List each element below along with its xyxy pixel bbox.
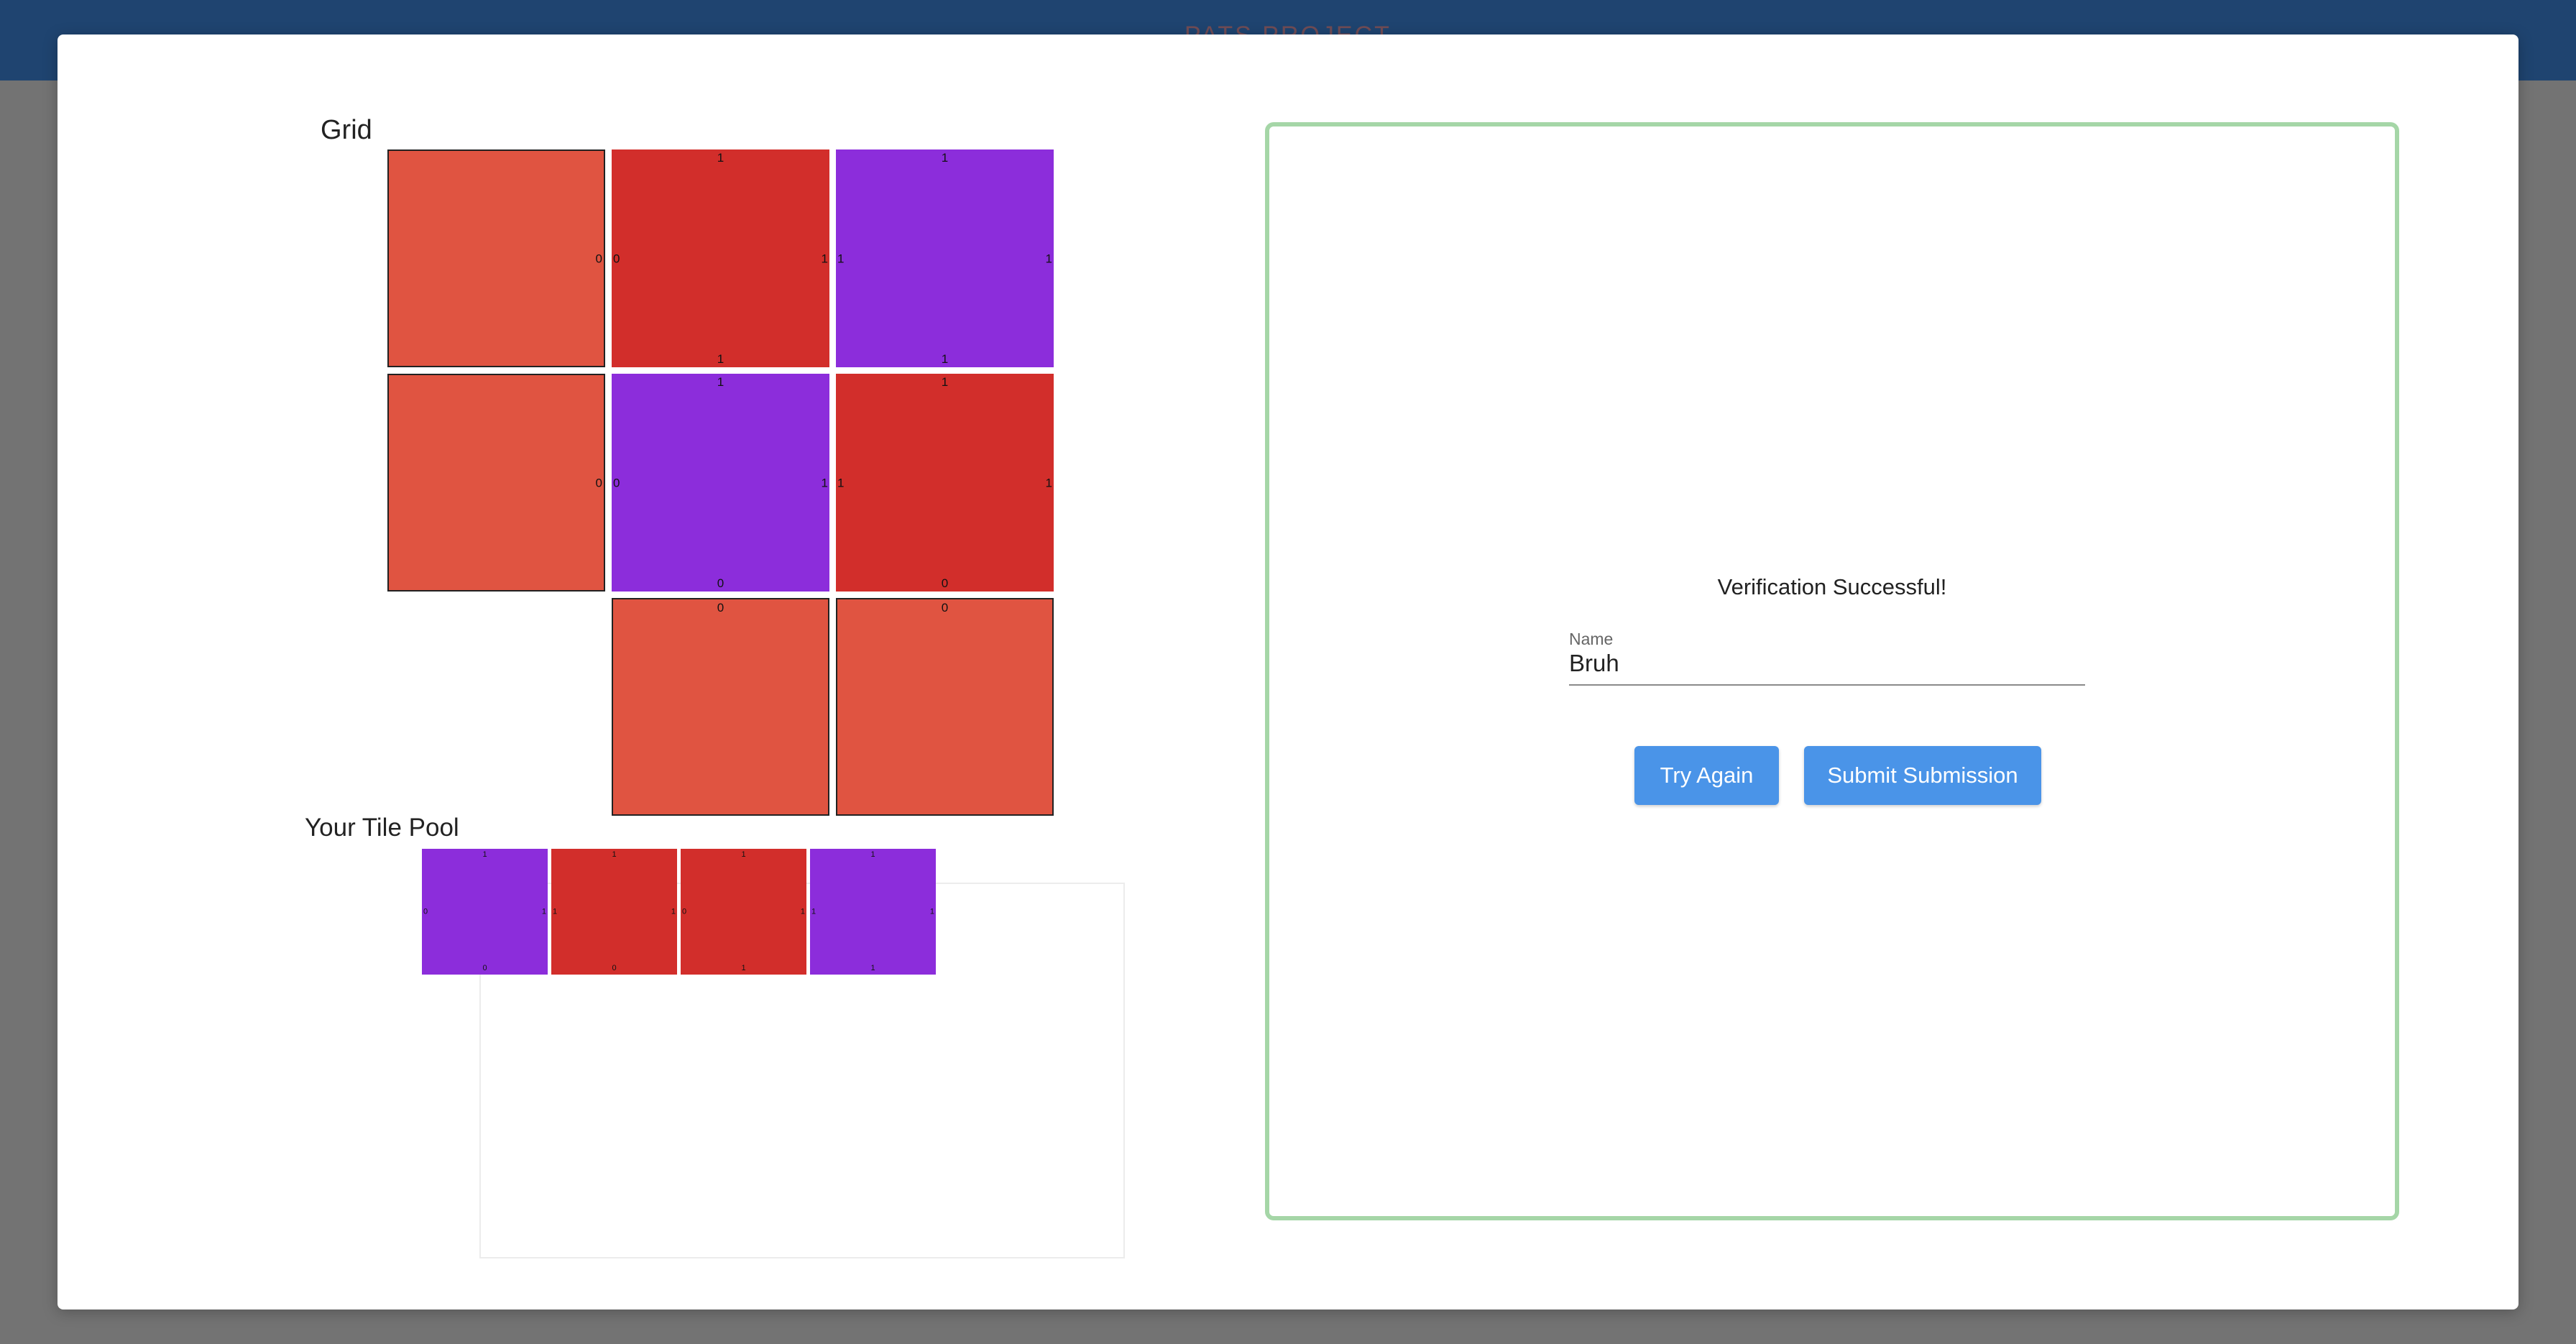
tile-edge-bottom-value: 1 [870,964,875,972]
tile-edge-bottom-value: 1 [717,352,724,366]
tile-edge-bottom-value: 0 [612,964,617,972]
tile-edge-top-value: 0 [941,601,949,615]
tile-edge-right-value: 1 [1045,476,1052,489]
grid-tile[interactable]: 1 1 1 0 [612,149,829,367]
pool-tile[interactable]: 1 1 0 0 [422,849,548,975]
name-input[interactable] [1569,650,2085,677]
pool-tile[interactable]: 1 1 1 1 [810,849,936,975]
tile-edge-top-value: 1 [717,375,724,389]
grid-tile[interactable]: 1 1 0 0 [612,374,829,592]
tile-edge-top-value: 1 [482,850,487,859]
tile-edge-right-value: 1 [821,252,828,265]
submit-submission-button[interactable]: Submit Submission [1804,746,2041,805]
tile-edge-left-value: 1 [837,252,845,265]
tile-edge-top-value: 1 [717,151,724,165]
pool-tile[interactable]: 1 1 0 1 [551,849,677,975]
tile-edge-right-value: 1 [541,907,546,916]
tile-edge-top-value: 0 [717,601,724,615]
tile-edge-bottom-value: 0 [482,964,487,972]
tile-edge-right-value: 1 [800,907,805,916]
result-modal: Grid 01110111101100110100 Your Tile Pool… [58,34,2518,1310]
tile-edge-left-value: 1 [811,907,816,916]
tile-edge-bottom-value: 0 [717,576,724,590]
grid-tile[interactable]: 0 [387,149,605,367]
tile-edge-top-value: 1 [612,850,617,859]
tile-edge-right-value: 0 [595,476,602,489]
tile-edge-top-value: 1 [741,850,746,859]
verification-message: Verification Successful! [1717,574,1947,599]
tile-pool-label: Your Tile Pool [305,814,459,842]
tile-edge-bottom-value: 1 [741,964,746,972]
tile-edge-right-value: 0 [595,252,602,265]
tile-edge-top-value: 1 [870,850,875,859]
grid-tile[interactable]: 0 [387,374,605,592]
grid-label: Grid [321,115,372,145]
tile-edge-bottom-value: 0 [941,576,949,590]
tile-edge-top-value: 1 [941,151,949,165]
tile-edge-top-value: 1 [941,375,949,389]
try-again-button[interactable]: Try Again [1634,746,1779,805]
pool-tile[interactable]: 1 1 1 0 [681,849,806,975]
verification-panel: Verification Successful! Name Try Again … [1265,122,2399,1220]
tile-edge-left-value: 0 [423,907,428,916]
tile-edge-left-value: 0 [682,907,687,916]
tile-edge-right-value: 1 [821,476,828,489]
grid-tile[interactable]: 0 [836,598,1054,816]
tile-edge-right-value: 1 [671,907,676,916]
grid-tile[interactable]: 1 1 0 1 [836,374,1054,592]
name-field-label: Name [1569,630,1614,648]
grid-tile[interactable]: 1 1 1 1 [836,149,1054,367]
tile-edge-left-value: 1 [837,476,845,489]
tile-edge-left-value: 1 [553,907,558,916]
tile-edge-left-value: 0 [613,252,620,265]
tile-edge-bottom-value: 1 [941,352,949,366]
tile-edge-left-value: 0 [613,476,620,489]
tile-edge-right-value: 1 [929,907,934,916]
name-field[interactable]: Name [1569,630,2085,686]
tile-edge-right-value: 1 [1045,252,1052,265]
grid-tile[interactable]: 0 [612,598,829,816]
